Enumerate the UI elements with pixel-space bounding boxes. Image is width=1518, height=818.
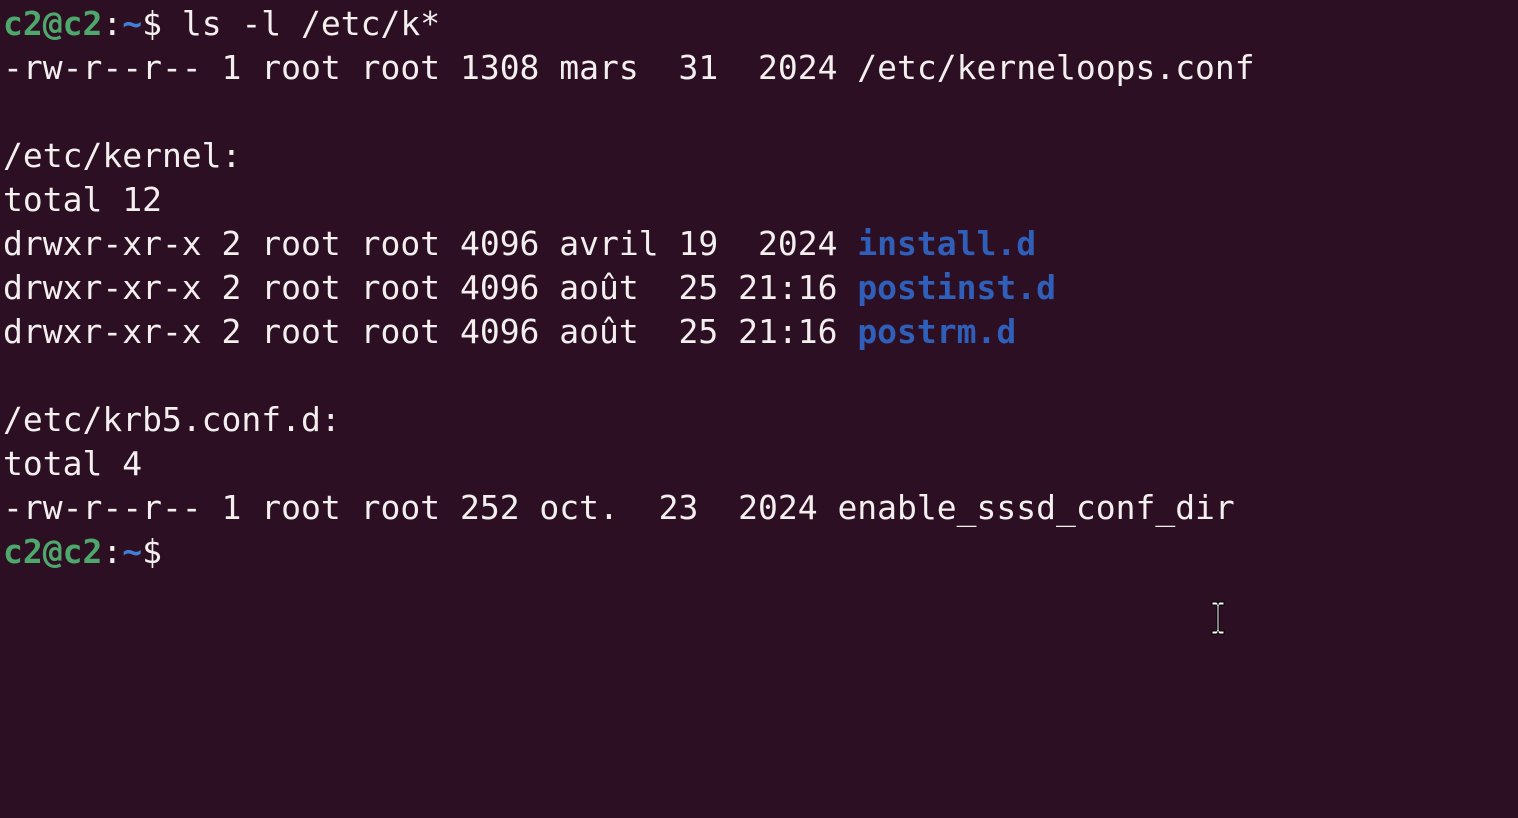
terminal-window[interactable]: c2@c2:~$ ls -l /etc/k* -rw-r--r-- 1 root… xyxy=(0,0,1518,818)
prompt-path: ~ xyxy=(122,4,143,43)
kernel-entry-install: drwxr-xr-x 2 root root 4096 avril 19 202… xyxy=(3,222,1518,266)
krb5-dir-total: total 4 xyxy=(3,444,143,483)
entry-dir-name: postinst.d xyxy=(857,268,1056,307)
prompt-user-host: c2@c2 xyxy=(3,4,103,43)
prompt-separator: : xyxy=(102,4,123,43)
krb5-dir-header: /etc/krb5.conf.d: xyxy=(3,400,341,439)
entry-meta: drwxr-xr-x 2 root root 4096 août 25 21:1… xyxy=(3,312,858,351)
kernel-entry-postinst: drwxr-xr-x 2 root root 4096 août 25 21:1… xyxy=(3,266,1518,310)
text-cursor-ibeam-icon xyxy=(1211,601,1225,635)
entry-dir-name: postrm.d xyxy=(857,312,1017,351)
prompt-symbol: $ xyxy=(142,4,162,43)
prompt-user-host: c2@c2 xyxy=(3,532,103,571)
entry-meta: drwxr-xr-x 2 root root 4096 août 25 21:1… xyxy=(3,268,858,307)
kernel-dir-header: /etc/kernel: xyxy=(3,136,242,175)
command-text: ls -l /etc/k* xyxy=(161,4,441,43)
entry-meta: drwxr-xr-x 2 root root 4096 avril 19 202… xyxy=(3,224,858,263)
kernel-dir-total: total 12 xyxy=(3,180,162,219)
prompt-separator: : xyxy=(102,532,123,571)
active-prompt-line[interactable]: c2@c2:~$ xyxy=(3,530,1518,574)
prompt-symbol: $ xyxy=(142,532,162,571)
output-line-kerneloops: -rw-r--r-- 1 root root 1308 mars 31 2024… xyxy=(3,48,1255,87)
command-line: c2@c2:~$ ls -l /etc/k* xyxy=(3,2,1518,46)
entry-dir-name: install.d xyxy=(857,224,1037,263)
krb5-entry: -rw-r--r-- 1 root root 252 oct. 23 2024 … xyxy=(3,488,1235,527)
prompt-path: ~ xyxy=(122,532,143,571)
kernel-entry-postrm: drwxr-xr-x 2 root root 4096 août 25 21:1… xyxy=(3,310,1518,354)
